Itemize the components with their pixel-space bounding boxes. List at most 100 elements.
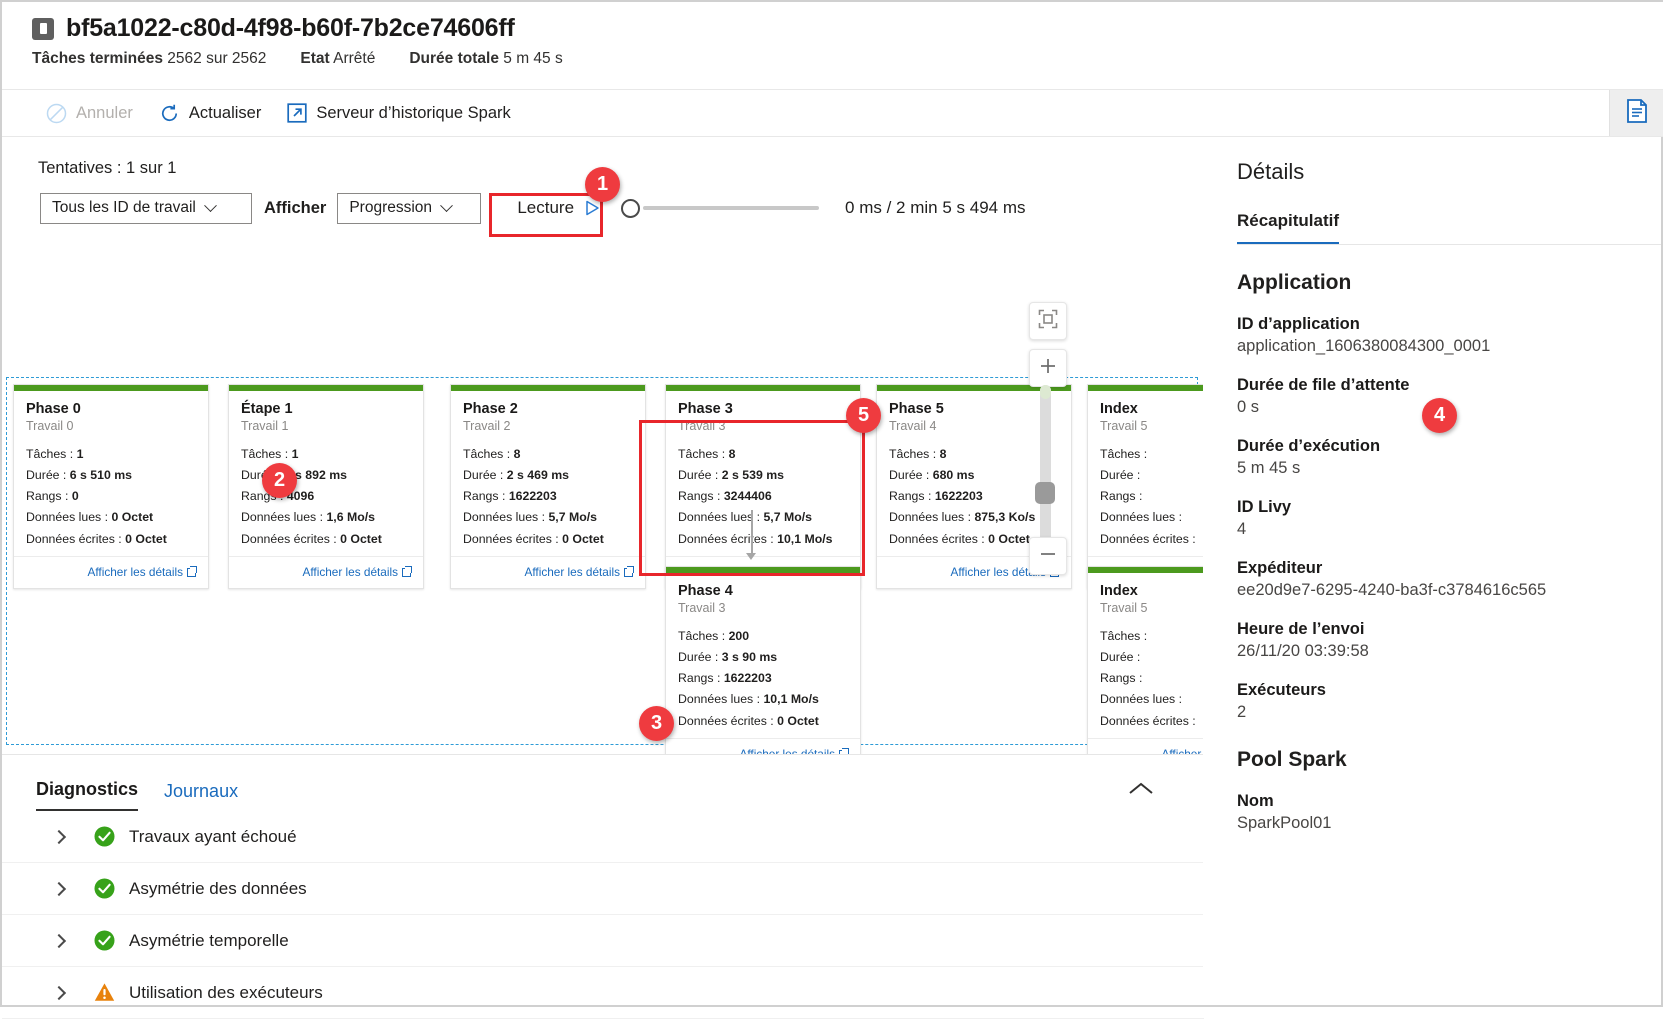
field-submitter: Expéditeur ee20d9e7-6295-4240-ba3f-c3784… [1237, 559, 1661, 600]
diagnostic-label: Asymétrie temporelle [129, 930, 289, 950]
stage-card-body: Phase 4 Travail 3 Tâches : 200 Durée : 3… [666, 573, 860, 738]
fit-to-screen-button[interactable] [1029, 302, 1067, 340]
stage-read: Données lues : 0 Octet [26, 510, 154, 525]
spark-history-server-button[interactable]: Serveur d’historique Spark [287, 103, 511, 123]
zoom-slider-thumb[interactable] [1035, 482, 1055, 504]
stage-card[interactable]: Phase 2 Travail 2 Tâches : 8 Durée : 2 s… [450, 384, 646, 589]
tab-recapitulatif[interactable]: Récapitulatif [1237, 211, 1340, 244]
playback-slider-track[interactable] [643, 205, 820, 211]
stage-title: Phase 4 [678, 583, 733, 599]
zoom-slider-track[interactable] [1040, 385, 1051, 547]
field-application-id: ID d’application application_16063800843… [1237, 315, 1661, 356]
field-label: ID d’application [1237, 315, 1360, 333]
diagnostic-row[interactable]: Utilisation des exécuteurs [2, 967, 1204, 1019]
view-details-link[interactable]: Afficher les détails [87, 565, 197, 579]
field-pool-name: Nom SparkPool01 [1237, 792, 1661, 833]
view-details-link[interactable]: Afficher les détails [302, 565, 412, 579]
refresh-button[interactable]: Actualiser [159, 103, 261, 124]
field-submit-time: Heure de l’envoi 26/11/20 03:39:58 [1237, 620, 1661, 661]
zoom-in-button[interactable] [1029, 349, 1067, 387]
fit-to-screen-icon [1038, 309, 1058, 334]
stage-card-phase-4[interactable]: Phase 4 Travail 3 Tâches : 200 Durée : 3… [665, 566, 861, 771]
stage-job: Travail 3 [678, 601, 726, 615]
application-icon [32, 17, 54, 40]
field-value: 5 m 45 s [1237, 459, 1301, 477]
stage-tasks: Tâches : 8 [463, 447, 521, 461]
expand-chevron-icon[interactable] [51, 985, 67, 1000]
tab-journaux[interactable]: Journaux [164, 781, 238, 811]
chevron-up-icon [1128, 782, 1154, 801]
open-notebook-panel-button[interactable] [1609, 90, 1663, 136]
command-bar: Annuler Actualiser Serveur d’historique … [2, 90, 1663, 137]
field-value: 4 [1237, 520, 1247, 538]
header-stats: Tâches terminées 2562 sur 2562 Etat Arrê… [2, 43, 1663, 68]
playback-slider[interactable] [621, 198, 820, 218]
stage-read: Données lues : 1,6 Mo/s [241, 510, 375, 525]
stage-card[interactable]: Étape 1 Travail 1 Tâches : 1 Durée : 6 s… [228, 384, 424, 589]
stage-duration: Durée : 6 s 510 ms [26, 468, 132, 483]
spark-application-monitoring-page: bf5a1022-c80d-4f98-b60f-7b2ce74606ff Tâc… [0, 0, 1663, 1019]
field-label: Heure de l’envoi [1237, 620, 1365, 638]
diagnostic-row[interactable]: Asymétrie des données [2, 863, 1204, 915]
stage-card-body: Phase 0 Travail 0 Tâches : 1 Durée : 6 s… [14, 391, 208, 556]
stage-card[interactable]: Phase 3 Travail 3 Tâches : 8 Durée : 2 s… [665, 384, 861, 589]
expand-chevron-icon[interactable] [51, 829, 67, 844]
field-label: Nom [1237, 792, 1274, 810]
field-value: application_1606380084300_0001 [1237, 337, 1491, 355]
stat-tasks-completed-label: Tâches terminées [32, 50, 163, 67]
zoom-out-button[interactable] [1029, 537, 1067, 575]
diagnostic-label: Travaux ayant échoué [129, 826, 297, 846]
details-pane: Détails Récapitulatif Application ID d’a… [1203, 137, 1661, 1005]
page-title-row: bf5a1022-c80d-4f98-b60f-7b2ce74606ff [2, 2, 1663, 43]
expand-chevron-icon[interactable] [51, 933, 67, 948]
stage-job: Travail 0 [26, 419, 74, 433]
playback-time-label: 0 ms / 2 min 5 s 494 ms [845, 198, 1026, 217]
stage-tasks: Tâches : 1 [26, 447, 84, 461]
playback-slider-thumb[interactable] [621, 198, 641, 218]
cancel-button[interactable]: Annuler [46, 103, 133, 124]
field-value: 26/11/20 03:39:58 [1237, 642, 1369, 660]
stage-written: Données écrites : 0 Octet [463, 531, 604, 546]
field-label: ID Livy [1237, 498, 1292, 516]
refresh-label: Actualiser [188, 103, 262, 122]
field-livy-id: ID Livy 4 [1237, 498, 1661, 539]
stage-duration: Durée : 2 s 469 ms [463, 468, 569, 483]
stage-job: Travail 2 [463, 419, 511, 433]
stat-tasks-completed-value: 2562 sur 2562 [167, 50, 267, 67]
stage-title: Étape 1 [241, 401, 293, 417]
stage-graph-canvas[interactable]: Phase 0 Travail 0 Tâches : 1 Durée : 6 s… [6, 377, 1283, 771]
stat-total-duration-value: 5 m 45 s [503, 50, 563, 67]
view-details-link[interactable]: Afficher les détails [524, 565, 634, 579]
stage-title: Phase 2 [463, 401, 518, 417]
main-content: Tentatives : 1 sur 1 Tous les ID de trav… [2, 137, 1283, 1019]
callout-badge-1: 1 [585, 167, 620, 202]
tab-diagnostics[interactable]: Diagnostics [36, 779, 139, 811]
cancel-icon [46, 103, 67, 124]
callout-badge-2: 2 [262, 463, 297, 498]
stage-read: Données lues : 10,1 Mo/s [678, 692, 819, 707]
field-label: Expéditeur [1237, 559, 1323, 577]
field-executors: Exécuteurs 2 [1237, 681, 1661, 722]
stage-stats: Tâches : 8 Durée : 680 ms Rangs : 162220… [889, 444, 1059, 550]
job-id-filter-select[interactable]: Tous les ID de travail [40, 192, 252, 224]
stage-stats: Tâches : 1 Durée : 6 s 510 ms Rangs : 0 … [26, 444, 196, 550]
diagnostics-tabs: Diagnostics Journaux [2, 755, 1204, 811]
stage-card[interactable]: Phase 0 Travail 0 Tâches : 1 Durée : 6 s… [13, 384, 209, 589]
stage-stats: Tâches : 1 Durée : 6 s 892 ms Rangs : 40… [241, 444, 411, 550]
stage-card-body: Phase 2 Travail 2 Tâches : 8 Durée : 2 s… [451, 391, 645, 556]
stage-tasks: Tâches : 8 [889, 447, 947, 461]
diagnostic-row[interactable]: Travaux ayant échoué [2, 811, 1204, 863]
collapse-panel-button[interactable] [1128, 781, 1154, 802]
stage-card-footer: Afficher les détails [229, 555, 423, 588]
stage-tasks: Tâches : 200 [678, 629, 750, 643]
graph-connector-arrow [746, 553, 756, 560]
details-section-pool: Pool Spark [1237, 748, 1347, 771]
expand-chevron-icon[interactable] [51, 881, 67, 896]
external-link-icon [287, 103, 307, 123]
view-mode-select[interactable]: Progression [337, 192, 482, 224]
stage-read: Données lues : 5,7 Mo/s [678, 510, 812, 525]
page-title: bf5a1022-c80d-4f98-b60f-7b2ce74606ff [66, 14, 515, 42]
stage-written: Données écrites : 0 Octet [26, 531, 167, 546]
diagnostic-row[interactable]: Asymétrie temporelle [2, 915, 1204, 967]
stage-stats: Tâches : 8 Durée : 2 s 539 ms Rangs : 32… [678, 444, 848, 550]
